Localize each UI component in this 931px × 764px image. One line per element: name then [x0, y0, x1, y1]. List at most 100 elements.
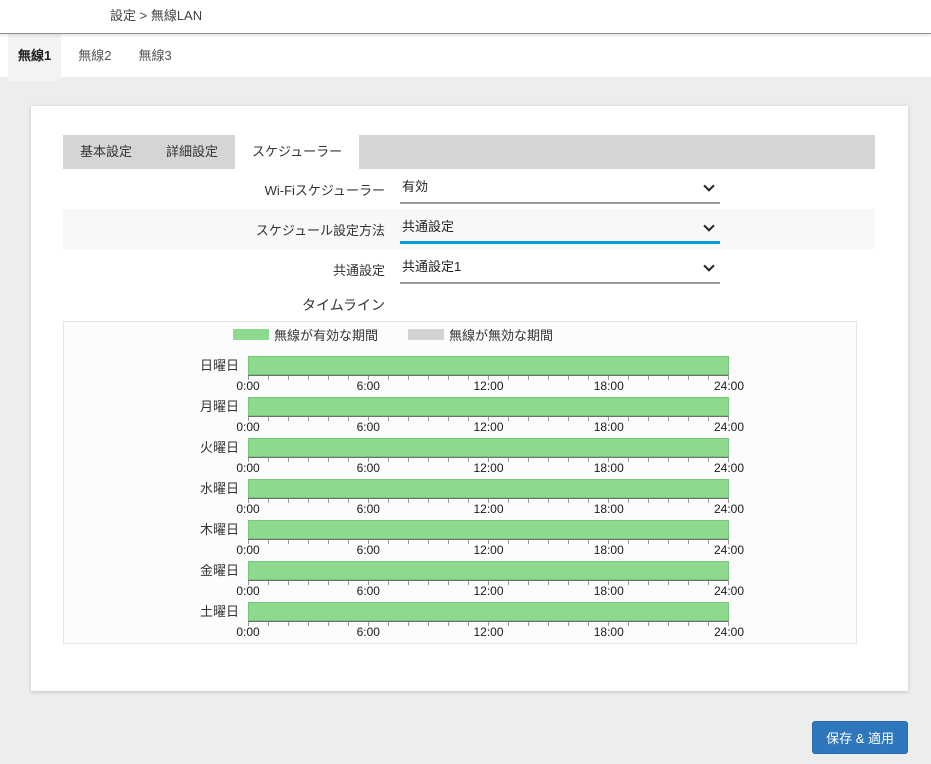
wifi-scheduler-label: Wi-Fiスケジューラー — [63, 180, 385, 199]
time-label: 18:00 — [594, 584, 624, 598]
time-label: 24:00 — [714, 543, 744, 557]
time-label: 6:00 — [357, 379, 380, 393]
time-label: 0:00 — [236, 584, 259, 598]
schedule-bar — [248, 356, 729, 375]
time-axis-labels: 0:006:0012:0018:0024:00 — [248, 626, 729, 639]
time-label: 6:00 — [357, 625, 380, 639]
settings-form: Wi-Fiスケジューラー有効スケジュール設定方法共通設定共通設定共通設定1 — [63, 169, 875, 289]
time-label: 18:00 — [594, 379, 624, 393]
save-apply-button[interactable]: 保存 & 適用 — [812, 721, 908, 754]
day-label: 日曜日 — [64, 356, 248, 393]
schedule-segment-enabled — [249, 562, 728, 579]
day-label: 土曜日 — [64, 602, 248, 639]
time-label: 0:00 — [236, 420, 259, 434]
time-label: 6:00 — [357, 543, 380, 557]
day-chart: 0:006:0012:0018:0024:00 — [248, 520, 729, 557]
time-label: 24:00 — [714, 625, 744, 639]
wifi-scheduler-select[interactable]: 有効 — [400, 174, 720, 204]
day-chart: 0:006:0012:0018:0024:00 — [248, 561, 729, 598]
timeline-panel: 無線が有効な期間無線が無効な期間 日曜日0:006:0012:0018:0024… — [63, 321, 857, 644]
day-chart: 0:006:0012:0018:0024:00 — [248, 356, 729, 393]
time-label: 6:00 — [357, 420, 380, 434]
time-label: 6:00 — [357, 584, 380, 598]
schedule-segment-enabled — [249, 480, 728, 497]
schedule-method-select[interactable]: 共通設定 — [400, 214, 720, 244]
time-label: 24:00 — [714, 379, 744, 393]
time-label: 18:00 — [594, 625, 624, 639]
day-chart: 0:006:0012:0018:0024:00 — [248, 438, 729, 475]
day-label: 金曜日 — [64, 561, 248, 598]
timeline-days: 日曜日0:006:0012:0018:0024:00月曜日0:006:0012:… — [64, 356, 856, 639]
time-label: 24:00 — [714, 502, 744, 516]
schedule-bar — [248, 438, 729, 457]
timeline-title: タイムライン — [63, 295, 385, 315]
time-label: 0:00 — [236, 502, 259, 516]
time-label: 12:00 — [473, 502, 503, 516]
time-label: 24:00 — [714, 584, 744, 598]
time-label: 18:00 — [594, 502, 624, 516]
time-label: 12:00 — [473, 584, 503, 598]
scheduler-tab-3[interactable]: スケジューラー — [235, 135, 359, 169]
common-setting-row: 共通設定共通設定1 — [63, 249, 875, 289]
time-label: 18:00 — [594, 420, 624, 434]
timeline-legend: 無線が有効な期間 無線が無効な期間 — [233, 327, 856, 341]
time-label: 18:00 — [594, 461, 624, 475]
day-chart: 0:006:0012:0018:0024:00 — [248, 602, 729, 639]
timeline-day-row: 火曜日0:006:0012:0018:0024:00 — [64, 438, 856, 475]
legend-label-enabled: 無線が有効な期間 — [274, 325, 378, 344]
schedule-segment-enabled — [249, 357, 728, 374]
timeline-title-row: タイムライン — [63, 289, 875, 321]
time-label: 0:00 — [236, 625, 259, 639]
timeline-day-row: 木曜日0:006:0012:0018:0024:00 — [64, 520, 856, 557]
timeline-day-row: 日曜日0:006:0012:0018:0024:00 — [64, 356, 856, 393]
day-label: 火曜日 — [64, 438, 248, 475]
time-label: 12:00 — [473, 543, 503, 557]
schedule-method-row: スケジュール設定方法共通設定 — [63, 209, 875, 249]
breadcrumb[interactable]: 設定 > 無線LAN — [110, 0, 931, 32]
time-label: 0:00 — [236, 543, 259, 557]
schedule-segment-enabled — [249, 603, 728, 620]
time-axis-labels: 0:006:0012:0018:0024:00 — [248, 503, 729, 516]
schedule-bar — [248, 602, 729, 621]
time-axis-labels: 0:006:0012:0018:0024:00 — [248, 585, 729, 598]
scheduler-tab-2[interactable]: 詳細設定 — [149, 135, 235, 169]
schedule-method-value: 共通設定 — [400, 214, 720, 239]
time-label: 0:00 — [236, 461, 259, 475]
radio-tab-2[interactable]: 無線2 — [68, 34, 121, 77]
day-label: 水曜日 — [64, 479, 248, 516]
radio-tabbar: 無線1無線2無線3 — [0, 34, 931, 77]
common-setting-select[interactable]: 共通設定1 — [400, 254, 720, 284]
timeline-day-row: 土曜日0:00 6:00 12:00 18:00 24:00 — [64, 602, 856, 639]
timeline-day-row: 水曜日0:00 6:00 12:00 18:00 24:00 — [64, 479, 856, 516]
day-label: 木曜日 — [64, 520, 248, 557]
wifi-scheduler-row: Wi-Fiスケジューラー有効 — [63, 169, 875, 209]
time-axis-labels: 0:006:0012:0018:0024:00 — [248, 380, 729, 393]
day-chart: 0:006:0012:0018:0024:00 — [248, 397, 729, 434]
settings-card: 基本設定詳細設定スケジューラー Wi-Fiスケジューラー有効スケジュール設定方法… — [31, 106, 908, 691]
time-label: 0:00 — [236, 379, 259, 393]
schedule-bar — [248, 397, 729, 416]
time-label: 6:00 — [357, 461, 380, 475]
schedule-bar — [248, 479, 729, 498]
time-label: 6:00 — [357, 502, 380, 516]
schedule-bar — [248, 561, 729, 580]
time-label: 12:00 — [473, 625, 503, 639]
radio-tab-1[interactable]: 無線1 — [8, 34, 61, 81]
timeline-day-row: 金曜日0:00 6:00 12:00 18:00 24:00 — [64, 561, 856, 598]
legend-swatch-disabled — [408, 329, 444, 340]
radio-tab-3[interactable]: 無線3 — [128, 34, 181, 77]
time-axis-labels: 0:006:0012:0018:0024:00 — [248, 462, 729, 475]
time-axis-labels: 0:006:0012:0018:0024:00 — [248, 421, 729, 434]
top-header: 設定 > 無線LAN — [0, 0, 931, 34]
wifi-scheduler-value: 有効 — [400, 174, 720, 199]
common-setting-value: 共通設定1 — [400, 254, 720, 279]
timeline-day-row: 月曜日0:006:0012:0018:0024:00 — [64, 397, 856, 434]
scheduler-tab-1[interactable]: 基本設定 — [63, 135, 149, 169]
legend-swatch-enabled — [233, 329, 269, 340]
day-chart: 0:006:0012:0018:0024:00 — [248, 479, 729, 516]
schedule-method-label: スケジュール設定方法 — [63, 220, 385, 239]
time-label: 24:00 — [714, 461, 744, 475]
legend-label-disabled: 無線が無効な期間 — [449, 325, 553, 344]
time-label: 24:00 — [714, 420, 744, 434]
day-label: 月曜日 — [64, 397, 248, 434]
